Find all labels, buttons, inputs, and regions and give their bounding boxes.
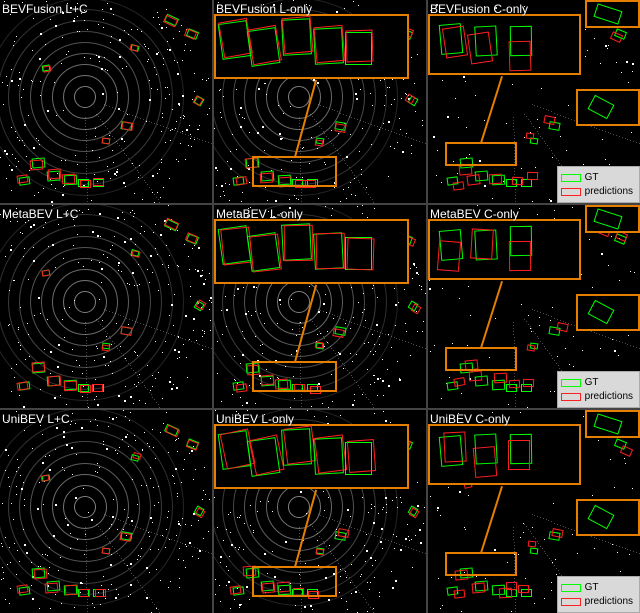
pred-box [229,585,241,595]
pred-box [44,582,57,593]
pred-box [523,378,534,386]
cell-label: UniBEV L+C [2,412,70,426]
cell-label: BEVFusion C-only [430,2,528,16]
pred-box [40,474,49,482]
pred-box [334,123,346,133]
pred-box [32,362,46,373]
pred-box [494,372,507,383]
pred-box [63,381,76,392]
pred-box [489,173,502,184]
figure-grid: BEVFusion L+C BEVFusion L-only BEVFusion… [0,0,640,613]
legend-pred-swatch [561,188,581,196]
cell-bevfusion-conly: BEVFusion C-only GT predictions [428,0,640,203]
pred-box [62,173,75,184]
pred-box [48,375,62,386]
cell-label: BEVFusion L-only [216,2,312,16]
pred-box [93,178,104,186]
pred-box [556,322,568,332]
pred-box [79,385,90,393]
cell-unibev-lonly: UniBEV L-only [214,410,426,613]
cell-unibev-lc: UniBEV L+C [0,410,212,613]
legend-gt-label: GT [585,581,599,594]
pred-box [526,344,535,351]
cell-metabev-lc: MetaBEV L+C [0,205,212,408]
legend-pred-swatch [561,598,581,606]
pred-box [527,540,536,547]
legend-gt-swatch [561,174,581,182]
legend: GT predictions [557,371,640,408]
pred-box [527,172,538,180]
pred-box [512,177,523,186]
legend-gt-label: GT [585,376,599,389]
legend: GT predictions [557,166,640,203]
pred-box [518,585,529,593]
pred-box [315,140,324,147]
pred-box [121,121,133,131]
pred-box [454,590,465,599]
cell-label: MetaBEV L+C [2,207,78,221]
pred-box [506,582,517,591]
cell-metabev-lonly: MetaBEV L-only [214,205,426,408]
zoom-inset [214,424,409,489]
cell-label: BEVFusion L+C [2,2,88,16]
cell-label: MetaBEV L-only [216,207,303,221]
pred-box [101,138,110,145]
legend-pred-swatch [561,393,581,401]
cell-bevfusion-lonly: BEVFusion L-only [214,0,426,203]
pred-box [315,341,324,348]
legend-gt-swatch [561,584,581,592]
pred-box [80,180,91,188]
pred-box [119,532,131,542]
pred-box [235,176,247,186]
legend-pred-label: predictions [585,185,633,198]
pred-box [47,168,60,179]
cell-unibev-conly: UniBEV C-only GT predictions [428,410,640,613]
cell-bevfusion-lc: BEVFusion L+C [0,0,212,203]
pred-box [101,344,110,351]
pred-box [471,583,485,594]
legend-gt-label: GT [585,171,599,184]
legend-pred-label: predictions [585,595,633,608]
cell-metabev-conly: MetaBEV C-only GT predictions [428,205,640,408]
gt-box [529,547,538,554]
pred-box [65,584,78,595]
pred-box [129,44,139,52]
pred-box [526,132,535,139]
zoom-inset [214,14,409,79]
pred-box [92,384,103,392]
pred-box [337,528,349,538]
pred-box [95,589,106,597]
pred-box [30,159,44,170]
pred-box [79,589,90,597]
cell-label: UniBEV L-only [216,412,294,426]
legend: GT predictions [557,576,640,613]
legend-gt-swatch [561,379,581,387]
pred-box [17,584,29,593]
pred-box [33,568,47,579]
pred-box [466,174,480,186]
cell-label: UniBEV C-only [430,412,510,426]
legend-pred-label: predictions [585,390,633,403]
pred-box [469,370,482,381]
cell-label: MetaBEV C-only [430,207,519,221]
pred-box [102,547,111,554]
pred-box [509,379,520,388]
zoom-inset [214,219,409,284]
